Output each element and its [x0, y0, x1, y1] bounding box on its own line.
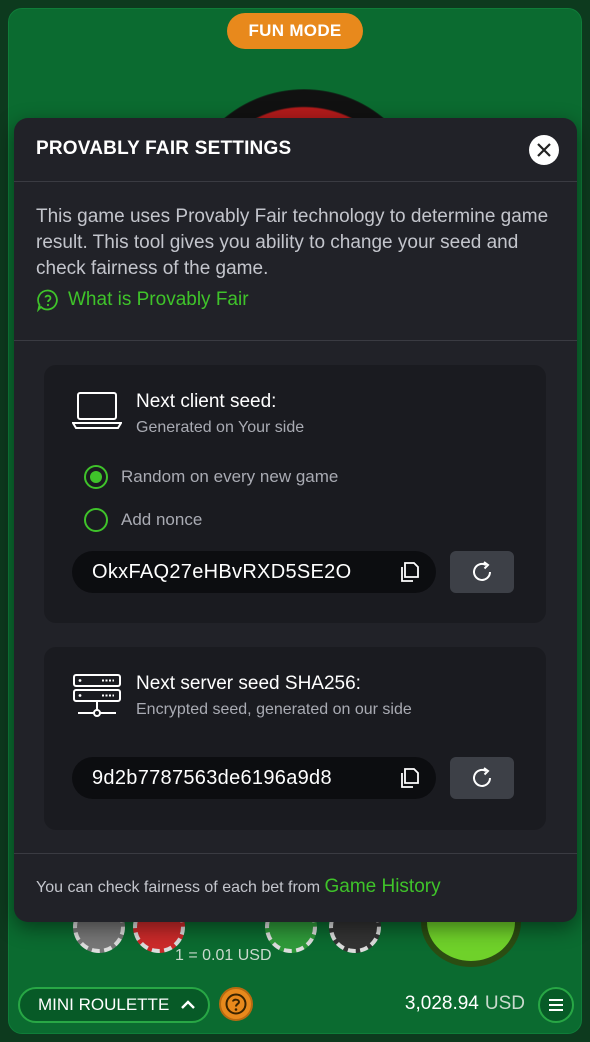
help-button[interactable]: [219, 987, 253, 1021]
fun-mode-badge: FUN MODE: [227, 13, 363, 49]
copy-icon[interactable]: [398, 560, 422, 584]
radio-random[interactable]: [84, 465, 108, 489]
copy-icon[interactable]: [398, 766, 422, 790]
refresh-icon: [473, 561, 491, 581]
server-seed-header: Next server seed SHA256: Encrypted seed,…: [72, 673, 412, 721]
radio-random-option[interactable]: Random on every new game: [84, 465, 338, 489]
modal-header: PROVABLY FAIR SETTINGS: [14, 118, 577, 182]
server-seed-value[interactable]: 9d2b7787563de6196a9d8: [92, 767, 378, 790]
what-is-link-label: What is Provably Fair: [68, 289, 249, 310]
provably-fair-modal: PROVABLY FAIR SETTINGS This game uses Pr…: [14, 118, 577, 922]
server-seed-title: Next server seed SHA256:: [136, 673, 361, 694]
client-seed-section: Next client seed: Generated on Your side…: [44, 365, 546, 623]
client-seed-field[interactable]: OkxFAQ27eHBvRXD5SE2O: [72, 551, 436, 593]
radio-random-label: Random on every new game: [121, 467, 339, 486]
chevron-up-icon: [181, 1000, 196, 1009]
intro-text: This game uses Provably Fair technology …: [36, 206, 549, 279]
server-seed-field[interactable]: 9d2b7787563de6196a9d8: [72, 757, 436, 799]
hamburger-icon: [549, 999, 563, 1011]
question-icon: [225, 993, 247, 1015]
server-seed-refresh-button[interactable]: [450, 757, 514, 799]
balance-currency: USD: [484, 993, 525, 1014]
client-seed-value[interactable]: OkxFAQ27eHBvRXD5SE2O: [92, 561, 378, 584]
radio-selected-dot: [90, 471, 102, 483]
game-selector[interactable]: MINI ROULETTE: [18, 987, 210, 1023]
what-is-provably-fair-link[interactable]: What is Provably Fair: [36, 288, 555, 312]
radio-nonce-option[interactable]: Add nonce: [84, 508, 202, 532]
close-button[interactable]: [529, 135, 559, 165]
modal-title: PROVABLY FAIR SETTINGS: [36, 138, 292, 159]
client-seed-subtitle: Generated on Your side: [136, 419, 305, 436]
game-name: MINI ROULETTE: [38, 995, 170, 1014]
footer-divider: [14, 853, 577, 854]
menu-button[interactable]: [538, 987, 574, 1023]
intro-section: This game uses Provably Fair technology …: [14, 182, 577, 341]
server-icon: [73, 674, 121, 717]
bottom-bar: MINI ROULETTE 3,028.94 USD: [9, 979, 581, 1033]
footer-text: You can check fairness of each bet from: [36, 879, 321, 896]
game-history-link[interactable]: Game History: [324, 876, 440, 897]
refresh-icon: [473, 767, 491, 787]
radio-nonce-label: Add nonce: [121, 510, 203, 529]
close-icon: [537, 143, 551, 157]
rate-label: 1 = 0.01 USD: [175, 947, 272, 964]
balance-amount: 3,028.94: [404, 993, 479, 1014]
client-seed-title: Next client seed:: [136, 391, 277, 412]
laptop-icon: [72, 392, 122, 429]
chat-question-icon: [37, 289, 58, 312]
balance-display: 3,028.94 USD: [405, 993, 525, 1015]
server-seed-section: Next server seed SHA256: Encrypted seed,…: [44, 647, 546, 830]
radio-nonce[interactable]: [84, 508, 108, 532]
server-seed-subtitle: Encrypted seed, generated on our side: [136, 701, 412, 718]
client-seed-header: Next client seed: Generated on Your side: [72, 391, 304, 437]
footer-note: You can check fairness of each bet from …: [36, 876, 441, 898]
client-seed-refresh-button[interactable]: [450, 551, 514, 593]
